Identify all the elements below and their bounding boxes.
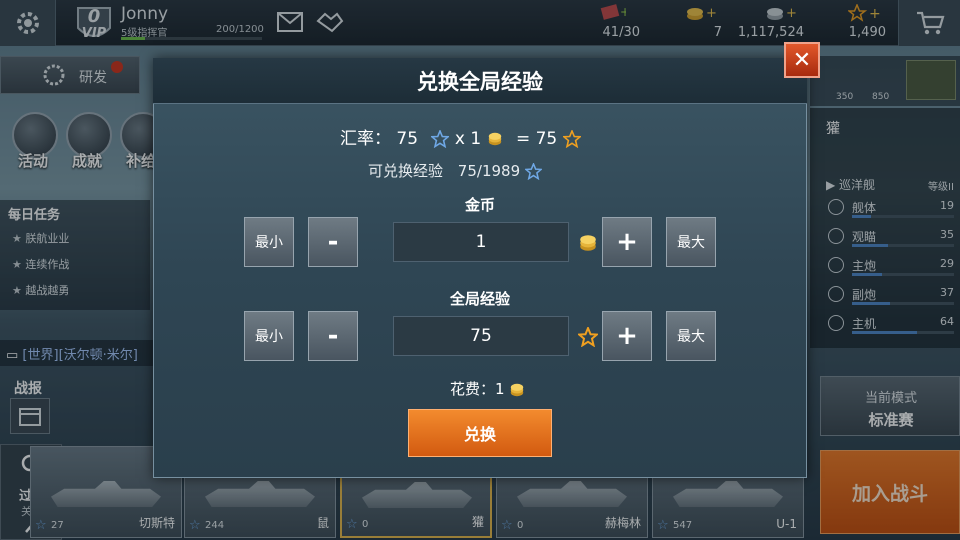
dialog-title: 兑换全局经验 bbox=[417, 70, 543, 94]
cost-row: 花费：1 bbox=[450, 378, 525, 399]
xp-section-label: 全局经验 bbox=[449, 290, 510, 308]
gold-star-icon bbox=[562, 130, 581, 148]
gold-amount-field[interactable]: 1 bbox=[393, 222, 569, 262]
close-icon: ✕ bbox=[792, 47, 812, 73]
rate-stars-value: 75 bbox=[396, 129, 419, 149]
cost-label: 花费：1 bbox=[450, 380, 505, 398]
blue-star-icon bbox=[431, 130, 450, 148]
close-button[interactable]: ✕ bbox=[784, 42, 820, 78]
xp-decrement-button[interactable]: - bbox=[308, 311, 358, 361]
rate-multiplier: x 1 bbox=[454, 129, 482, 149]
gold-section-label: 金币 bbox=[464, 196, 495, 214]
xp-increment-button[interactable]: + bbox=[602, 311, 652, 361]
xp-min-button[interactable]: 最小 bbox=[244, 311, 294, 361]
gold-coin-icon bbox=[488, 132, 501, 146]
exchange-rate-row: 汇率： 75 x 1 = 75 bbox=[340, 124, 581, 150]
available-value: 75/1989 bbox=[457, 162, 521, 180]
rate-result: = 75 bbox=[515, 129, 558, 149]
gold-star-icon bbox=[578, 327, 598, 347]
gold-increment-button[interactable]: + bbox=[602, 217, 652, 267]
xp-amount-field[interactable]: 75 bbox=[393, 316, 569, 356]
blue-star-icon bbox=[524, 163, 542, 180]
gold-max-button[interactable]: 最大 bbox=[666, 217, 716, 267]
xp-max-button[interactable]: 最大 bbox=[666, 311, 716, 361]
available-xp-row: 可兑换经验 75/1989 bbox=[368, 160, 542, 181]
gold-coin-icon bbox=[511, 383, 524, 396]
gold-min-button[interactable]: 最小 bbox=[244, 217, 294, 267]
gold-coin-icon bbox=[580, 235, 596, 251]
rate-label: 汇率： bbox=[340, 129, 391, 149]
available-label: 可兑换经验 bbox=[368, 162, 444, 180]
gold-decrement-button[interactable]: - bbox=[308, 217, 358, 267]
exchange-button[interactable]: 兑换 bbox=[408, 409, 552, 457]
